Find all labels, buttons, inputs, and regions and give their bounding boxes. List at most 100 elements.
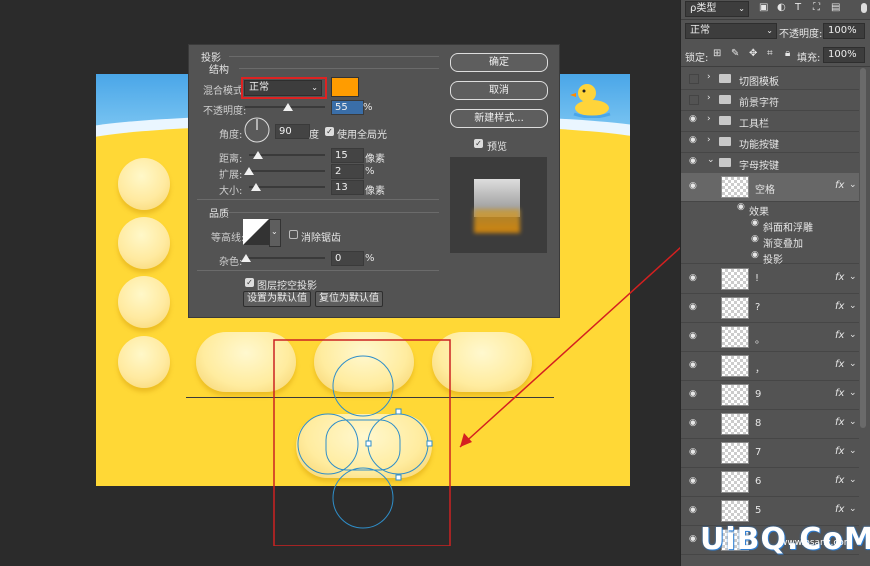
- layer-row[interactable]: ◉ ， fx ⌄: [681, 351, 859, 381]
- fx-icon[interactable]: fx: [835, 446, 844, 457]
- layers-scrollbar[interactable]: [860, 68, 866, 428]
- layer-blend-mode-select[interactable]: 正常 ⌄: [685, 23, 777, 39]
- eye-icon[interactable]: ◉: [689, 534, 697, 544]
- layer-row[interactable]: ◉ 。 fx ⌄: [681, 322, 859, 352]
- lock-position-icon[interactable]: ✥: [749, 48, 757, 59]
- size-input[interactable]: 13: [331, 180, 364, 195]
- chevron-down-icon[interactable]: ⌄: [849, 417, 857, 427]
- fill-input[interactable]: 100%: [823, 47, 865, 63]
- chevron-down-icon[interactable]: ⌄: [849, 475, 857, 485]
- layer-group-row[interactable]: ◉ › 功能按键: [681, 131, 859, 153]
- eye-icon[interactable]: ◉: [689, 135, 697, 145]
- contour-picker[interactable]: [243, 219, 269, 245]
- layer-row[interactable]: ◉ ? fx ⌄: [681, 293, 859, 323]
- eye-icon[interactable]: ◉: [751, 234, 759, 244]
- eye-icon[interactable]: ◉: [737, 202, 745, 212]
- layer-row[interactable]: ◉ 6 fx ⌄: [681, 467, 859, 497]
- antialias-checkbox[interactable]: [289, 230, 298, 239]
- spread-slider-thumb[interactable]: [244, 167, 254, 175]
- new-style-button[interactable]: 新建样式...: [450, 109, 548, 128]
- layer-opacity-input[interactable]: 100%: [823, 23, 865, 39]
- opacity-slider-thumb[interactable]: [283, 103, 293, 111]
- contour-dropdown[interactable]: ⌄: [269, 219, 281, 247]
- chevron-down-icon[interactable]: ⌄: [849, 272, 857, 282]
- layer-row[interactable]: ◉ 9 fx ⌄: [681, 380, 859, 410]
- visibility-toggle[interactable]: [689, 95, 699, 105]
- filter-type-select[interactable]: ρ类型 ⌄: [685, 1, 749, 17]
- angle-input[interactable]: 90: [275, 124, 310, 139]
- chevron-down-icon[interactable]: ⌄: [849, 180, 857, 190]
- knockout-checkbox[interactable]: ✓: [245, 278, 254, 287]
- shape-filter-icon[interactable]: ⛶: [813, 2, 820, 13]
- fx-icon[interactable]: fx: [835, 301, 844, 312]
- visibility-toggle[interactable]: [689, 74, 699, 84]
- chevron-down-icon[interactable]: ⌄: [707, 155, 715, 165]
- filter-toggle[interactable]: [861, 3, 867, 13]
- chevron-right-icon[interactable]: ›: [707, 135, 711, 145]
- layer-group-row[interactable]: ◉ › 工具栏: [681, 110, 859, 132]
- lock-artboard-icon[interactable]: ⌗: [767, 48, 773, 59]
- noise-slider[interactable]: [245, 257, 325, 259]
- reset-default-button[interactable]: 复位为默认值: [315, 291, 383, 307]
- eye-icon[interactable]: ◉: [689, 447, 697, 457]
- noise-slider-thumb[interactable]: [241, 254, 251, 262]
- global-light-checkbox[interactable]: ✓: [325, 127, 334, 136]
- chevron-right-icon[interactable]: ›: [707, 114, 711, 124]
- type-filter-icon[interactable]: T: [795, 2, 801, 13]
- effect-item[interactable]: 渐变叠加: [763, 235, 803, 250]
- fx-icon[interactable]: fx: [835, 272, 844, 283]
- adjustment-filter-icon[interactable]: ◐: [777, 2, 786, 13]
- layer-row[interactable]: ◉ 7 fx ⌄: [681, 438, 859, 468]
- chevron-down-icon[interactable]: ⌄: [849, 388, 857, 398]
- lock-pixels-icon[interactable]: ✎: [731, 48, 739, 59]
- chevron-down-icon[interactable]: ⌄: [849, 446, 857, 456]
- layer-row[interactable]: ◉ ! fx ⌄: [681, 264, 859, 294]
- eye-icon[interactable]: ◉: [689, 181, 697, 191]
- spread-slider[interactable]: [249, 170, 325, 172]
- ok-button[interactable]: 确定: [450, 53, 548, 72]
- smart-object-filter-icon[interactable]: ▤: [831, 2, 840, 13]
- fx-icon[interactable]: fx: [835, 180, 844, 191]
- distance-slider-thumb[interactable]: [253, 151, 263, 159]
- eye-icon[interactable]: ◉: [689, 273, 697, 283]
- distance-input[interactable]: 15: [331, 148, 364, 163]
- eye-icon[interactable]: ◉: [689, 114, 697, 124]
- effect-item[interactable]: 斜面和浮雕: [763, 219, 813, 234]
- layer-group-row[interactable]: ◉ ⌄ 字母按键: [681, 152, 859, 174]
- fx-icon[interactable]: fx: [835, 504, 844, 515]
- eye-icon[interactable]: ◉: [751, 250, 759, 260]
- spread-input[interactable]: 2: [331, 164, 364, 179]
- cancel-button[interactable]: 取消: [450, 81, 548, 100]
- fx-icon[interactable]: fx: [835, 359, 844, 370]
- angle-dial[interactable]: [243, 116, 271, 144]
- layer-group-row[interactable]: › 前景字符: [681, 89, 859, 111]
- eye-icon[interactable]: ◉: [689, 418, 697, 428]
- layer-row-selected[interactable]: ◉ 空格 fx ⌄: [681, 173, 859, 202]
- fx-icon[interactable]: fx: [835, 388, 844, 399]
- eye-icon[interactable]: ◉: [689, 389, 697, 399]
- eye-icon[interactable]: ◉: [751, 218, 759, 228]
- fx-icon[interactable]: fx: [835, 475, 844, 486]
- eye-icon[interactable]: ◉: [689, 156, 697, 166]
- fx-icon[interactable]: fx: [835, 417, 844, 428]
- chevron-down-icon[interactable]: ⌄: [849, 504, 857, 514]
- eye-icon[interactable]: ◉: [689, 505, 697, 515]
- set-default-button[interactable]: 设置为默认值: [243, 291, 311, 307]
- chevron-down-icon[interactable]: ⌄: [849, 359, 857, 369]
- shadow-color-swatch[interactable]: [331, 77, 359, 97]
- noise-input[interactable]: 0: [331, 251, 364, 266]
- chevron-down-icon[interactable]: ⌄: [849, 301, 857, 311]
- eye-icon[interactable]: ◉: [689, 302, 697, 312]
- chevron-right-icon[interactable]: ›: [707, 72, 711, 82]
- layer-row[interactable]: ◉ 8 fx ⌄: [681, 409, 859, 439]
- fx-icon[interactable]: fx: [835, 330, 844, 341]
- blend-mode-select[interactable]: 正常 ⌄: [244, 80, 322, 96]
- eye-icon[interactable]: ◉: [689, 360, 697, 370]
- image-filter-icon[interactable]: ▣: [759, 2, 768, 13]
- chevron-down-icon[interactable]: ⌄: [849, 330, 857, 340]
- preview-checkbox[interactable]: ✓: [474, 139, 483, 148]
- layer-group-row[interactable]: › 切图模板: [681, 68, 859, 90]
- lock-all-icon[interactable]: 🔒︎: [785, 48, 790, 59]
- size-slider-thumb[interactable]: [251, 183, 261, 191]
- lock-transparency-icon[interactable]: ⊞: [713, 48, 721, 59]
